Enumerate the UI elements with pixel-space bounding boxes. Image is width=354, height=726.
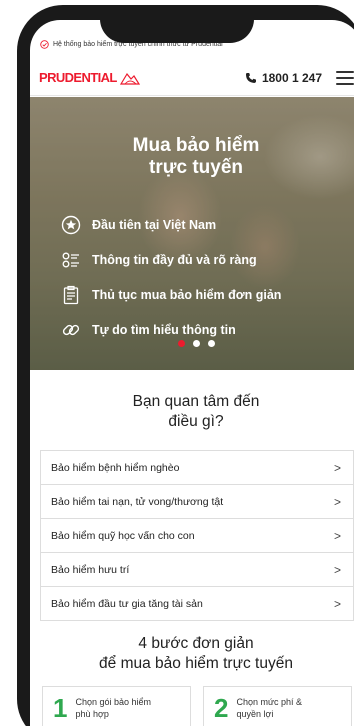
feature-label: Tự do tìm hiểu thông tin xyxy=(92,322,236,337)
list-item-label: Bảo hiểm hưu trí xyxy=(51,563,130,576)
carousel-dot-1[interactable] xyxy=(177,340,185,347)
step-description: Chọn mức phí & quyền lợi xyxy=(236,696,302,720)
step-number: 2 xyxy=(214,692,229,723)
hotline-number: 1800 1 247 xyxy=(261,70,322,85)
list-item-label: Bảo hiểm tai nạn, tử vong/thương tật xyxy=(51,495,224,508)
step-card: 1 Chọn gói bảo hiểm phù hợp xyxy=(42,686,191,726)
interest-heading: Bạn quan tâm đến điều gì? xyxy=(30,392,354,432)
carousel-dots xyxy=(30,340,354,347)
steps-heading: 4 bước đơn giản để mua bảo hiểm trực tuy… xyxy=(30,634,354,674)
hero-features: Đầu tiên tại Việt Nam Thông tin đầy đủ v… xyxy=(60,207,281,347)
carousel-dot-3[interactable] xyxy=(207,340,215,347)
list-item-label: Bảo hiểm đầu tư gia tăng tài sản xyxy=(51,597,203,610)
feature-item: Thủ tục mua bảo hiểm đơn giản xyxy=(60,277,281,312)
hero-title-line1: Mua bảo hiểm xyxy=(132,135,260,156)
star-circle-icon xyxy=(60,214,82,236)
chevron-right-icon: > xyxy=(333,596,341,611)
list-item-label: Bảo hiểm bệnh hiểm nghèo xyxy=(51,461,180,474)
hero-banner: Mua bảo hiểm trực tuyến Đầu tiên tại Việ… xyxy=(30,97,354,370)
step-description: Chọn gói bảo hiểm phù hợp xyxy=(75,696,151,720)
insurance-item-education[interactable]: Bảo hiểm quỹ học vấn cho con > xyxy=(40,519,354,553)
list-item-label: Bảo hiểm quỹ học vấn cho con xyxy=(51,529,195,542)
feature-label: Thủ tục mua bảo hiểm đơn giản xyxy=(92,287,282,302)
chevron-right-icon: > xyxy=(333,562,341,577)
steps-heading-line1: 4 bước đơn giản xyxy=(138,635,254,652)
check-circle-icon xyxy=(40,39,49,49)
step-card: 2 Chọn mức phí & quyền lợi xyxy=(203,686,352,726)
chevron-right-icon: > xyxy=(333,528,341,543)
step-number: 1 xyxy=(53,692,68,723)
site-header: PRUDENTIAL 1800 1 247 xyxy=(30,60,354,96)
chevron-right-icon: > xyxy=(333,460,341,475)
insurance-item-retirement[interactable]: Bảo hiểm hưu trí > xyxy=(40,553,354,587)
prudential-logo[interactable]: PRUDENTIAL xyxy=(39,70,141,86)
hotline-link[interactable]: 1800 1 247 xyxy=(245,71,322,85)
prudential-rock-icon xyxy=(119,72,140,85)
interest-heading-line2: điều gì? xyxy=(168,413,224,430)
step-text-line2: phù hợp xyxy=(75,709,109,719)
insurance-list: Bảo hiểm bệnh hiểm nghèo > Bảo hiểm tai … xyxy=(40,450,354,621)
feature-item: Đầu tiên tại Việt Nam xyxy=(60,207,281,242)
feature-label: Thông tin đầy đủ và rõ ràng xyxy=(92,252,257,267)
steps-heading-line2: để mua bảo hiểm trực tuyến xyxy=(99,655,293,672)
feature-item: Thông tin đầy đủ và rõ ràng xyxy=(60,242,281,277)
checklist-icon xyxy=(60,249,82,271)
insurance-item-accident[interactable]: Bảo hiểm tai nạn, tử vong/thương tật > xyxy=(40,485,354,519)
carousel-dot-2[interactable] xyxy=(192,340,200,347)
insurance-item-investment[interactable]: Bảo hiểm đầu tư gia tăng tài sản > xyxy=(40,587,354,621)
phone-icon xyxy=(245,72,256,83)
logo-text: PRUDENTIAL xyxy=(39,70,117,85)
chevron-right-icon: > xyxy=(333,494,341,509)
interest-heading-line1: Bạn quan tâm đến xyxy=(132,393,260,410)
step-text-line2: quyền lợi xyxy=(236,709,274,719)
phone-notch xyxy=(100,5,254,43)
hero-title: Mua bảo hiểm trực tuyến xyxy=(30,135,354,179)
step-text-line1: Chọn mức phí & xyxy=(236,697,303,707)
link-icon xyxy=(60,319,82,341)
hero-title-line2: trực tuyến xyxy=(149,157,243,178)
insurance-item-critical-illness[interactable]: Bảo hiểm bệnh hiểm nghèo > xyxy=(40,451,354,485)
step-text-line1: Chọn gói bảo hiểm xyxy=(75,697,152,707)
hamburger-menu-icon[interactable] xyxy=(336,70,354,85)
steps-list: 1 Chọn gói bảo hiểm phù hợp 2 Chọn mức p… xyxy=(42,686,352,726)
feature-label: Đầu tiên tại Việt Nam xyxy=(92,217,217,232)
phone-screen: Hệ thống bảo hiểm trực tuyến chính thức … xyxy=(30,20,354,726)
clipboard-icon xyxy=(60,284,82,306)
